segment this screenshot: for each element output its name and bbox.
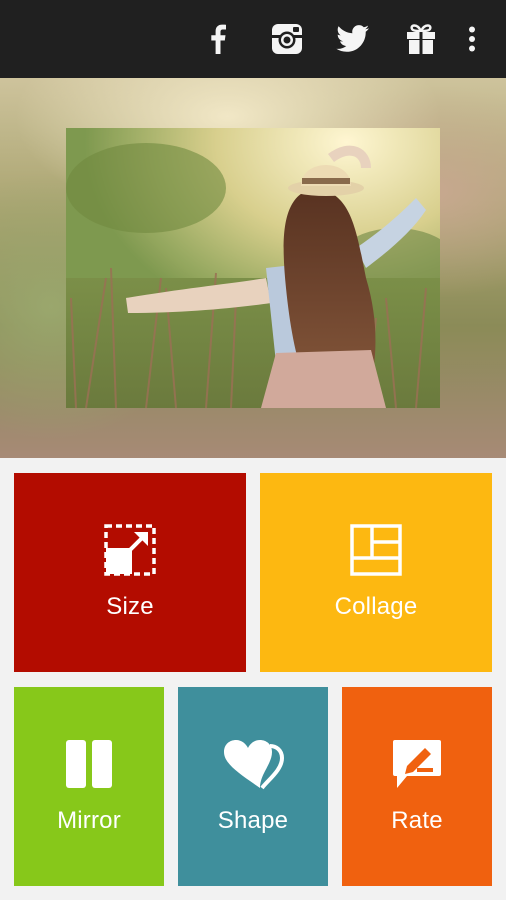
instagram-icon[interactable] — [270, 22, 304, 56]
collage-tile[interactable]: Collage — [260, 473, 492, 672]
collage-label: Collage — [334, 593, 418, 620]
gift-icon[interactable] — [404, 22, 438, 56]
featured-photo — [66, 128, 440, 408]
twitter-icon[interactable] — [336, 22, 370, 56]
more-vert-icon[interactable] — [455, 22, 489, 56]
shape-tile[interactable]: Shape — [178, 687, 328, 886]
rate-tile[interactable]: Rate — [342, 687, 492, 886]
top-app-bar — [0, 0, 506, 78]
size-label: Size — [106, 593, 154, 620]
rate-label: Rate — [391, 807, 443, 834]
shape-label: Shape — [217, 807, 289, 834]
collage-grid-icon — [350, 524, 402, 581]
mirror-tile[interactable]: Mirror — [14, 687, 164, 886]
mirror-label: Mirror — [57, 807, 121, 834]
hearts-icon — [220, 738, 286, 795]
size-tile[interactable]: Size — [14, 473, 246, 672]
mirror-icon — [64, 738, 114, 795]
facebook-icon[interactable] — [201, 22, 235, 56]
hero-photo-area — [0, 78, 506, 458]
resize-icon — [104, 524, 156, 581]
rate-edit-icon — [391, 738, 443, 795]
